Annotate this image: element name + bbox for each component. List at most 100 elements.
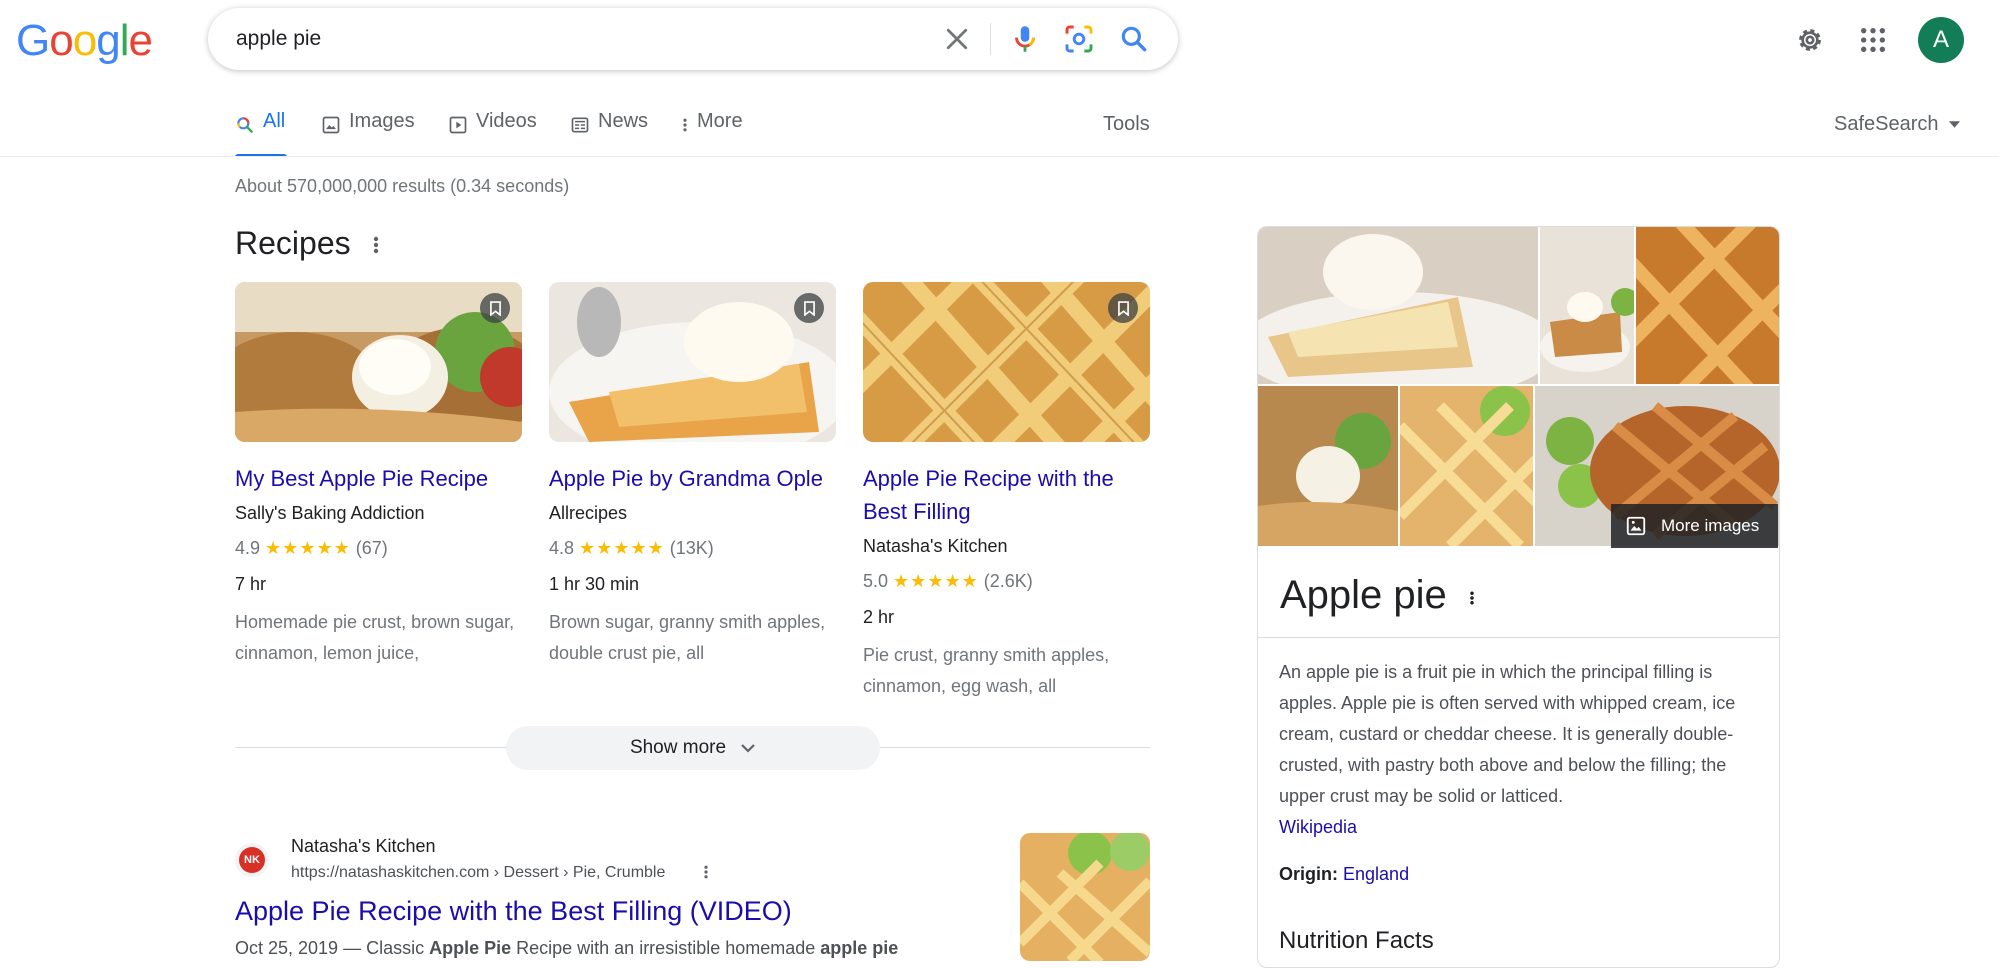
bookmark-button[interactable] xyxy=(1108,293,1138,323)
review-count: (13K) xyxy=(669,538,714,558)
result-thumbnail[interactable] xyxy=(1020,833,1150,961)
apps-grid-icon[interactable] xyxy=(1859,26,1887,54)
recipe-ingredients: Homemade pie crust, brown sugar, cinnamo… xyxy=(235,612,515,663)
image-icon xyxy=(1626,516,1646,536)
tab-more[interactable]: More xyxy=(681,110,743,156)
tools-button[interactable]: Tools xyxy=(1103,113,1150,136)
result-title-link[interactable]: Apple Pie Recipe with the Best Filling (… xyxy=(235,896,792,927)
close-icon[interactable] xyxy=(942,24,972,54)
pie-slice-image xyxy=(1258,227,1538,384)
kp-origin: Origin: England xyxy=(1279,864,1409,885)
kp-image-main[interactable] xyxy=(1258,227,1538,384)
recipe-card[interactable]: Apple Pie Recipe with the Best Filling N… xyxy=(863,282,1150,702)
kebab-icon[interactable] xyxy=(1468,587,1476,609)
kp-image[interactable] xyxy=(1540,227,1634,384)
show-more-button[interactable]: Show more xyxy=(506,726,880,770)
recipe-rating: 5.0 ★★★★★ (2.6K) xyxy=(863,568,1150,594)
origin-label: Origin: xyxy=(1279,864,1338,884)
lens-icon[interactable] xyxy=(1063,23,1095,55)
recipes-heading: Recipes xyxy=(235,225,351,262)
tab-images[interactable]: Images xyxy=(321,110,415,156)
recipe-title[interactable]: Apple Pie by Grandma Ople xyxy=(549,462,836,495)
result-site-name[interactable]: Natasha's Kitchen xyxy=(291,836,436,857)
search-input[interactable]: apple pie xyxy=(236,8,321,70)
recipe-image[interactable] xyxy=(235,282,522,442)
more-images-button[interactable]: More images xyxy=(1611,504,1778,548)
bookmark-button[interactable] xyxy=(480,293,510,323)
tab-label: News xyxy=(598,110,649,132)
rating-value: 5.0 xyxy=(863,571,889,591)
recipe-title[interactable]: My Best Apple Pie Recipe xyxy=(235,462,522,495)
result-url[interactable]: https://natashaskitchen.com › Dessert › … xyxy=(291,864,665,882)
rating-value: 4.9 xyxy=(235,538,261,558)
tab-all[interactable]: All xyxy=(235,110,287,157)
star-rating-icon: ★★★★★ xyxy=(579,538,665,558)
more-images-label: More images xyxy=(1661,516,1760,535)
recipe-title[interactable]: Apple Pie Recipe with the Best Filling xyxy=(863,462,1150,528)
avatar[interactable]: A xyxy=(1918,17,1964,63)
kp-divider xyxy=(1258,637,1779,638)
kp-image[interactable] xyxy=(1400,386,1533,546)
review-count: (2.6K) xyxy=(983,571,1033,591)
tab-news[interactable]: News xyxy=(570,110,648,156)
favicon-badge: NK xyxy=(239,847,265,873)
snippet-highlight: Apple Pie xyxy=(429,938,512,958)
pie-slice-image xyxy=(549,282,836,442)
recipe-card[interactable]: My Best Apple Pie Recipe Sally's Baking … xyxy=(235,282,522,669)
recipe-image[interactable] xyxy=(549,282,836,442)
star-rating-icon: ★★★★★ xyxy=(893,571,979,591)
bookmark-button[interactable] xyxy=(794,293,824,323)
recipe-rating: 4.8 ★★★★★ (13K) xyxy=(549,535,836,561)
wikipedia-link[interactable]: Wikipedia xyxy=(1279,817,1357,837)
bookmark-icon xyxy=(489,300,501,316)
search-box[interactable]: apple pie xyxy=(208,8,1178,70)
snippet-text: Recipe with an irresistible homemade xyxy=(511,938,821,958)
header-divider xyxy=(0,156,1999,157)
safesearch-label: SafeSearch xyxy=(1834,113,1939,135)
recipe-card[interactable]: Apple Pie by Grandma Ople Allrecipes 4.8… xyxy=(549,282,836,669)
site-favicon[interactable]: NK xyxy=(235,843,269,877)
microphone-icon[interactable] xyxy=(1008,22,1042,56)
tab-label: All xyxy=(263,110,286,132)
recipe-ingredients: Pie crust, granny smith apples, cinnamon… xyxy=(863,645,1110,696)
kebab-icon[interactable] xyxy=(371,233,381,257)
kp-image[interactable] xyxy=(1258,386,1398,546)
search-icon xyxy=(237,117,253,133)
pie-plate-image xyxy=(1540,227,1634,384)
star-rating-icon: ★★★★★ xyxy=(265,538,351,558)
recipe-time: 1 hr 30 min xyxy=(549,574,640,594)
show-more-label: Show more xyxy=(629,737,727,758)
safesearch-button[interactable]: SafeSearch xyxy=(1834,113,1960,136)
origin-link[interactable]: England xyxy=(1343,864,1409,884)
recipe-image[interactable] xyxy=(863,282,1150,442)
kp-title: Apple pie xyxy=(1280,573,1447,617)
lattice-pie-image xyxy=(863,282,1150,442)
image-icon xyxy=(322,116,340,134)
google-logo[interactable]: Google xyxy=(16,16,153,66)
kebab-icon[interactable] xyxy=(702,862,710,882)
news-icon xyxy=(571,117,589,133)
rating-value: 4.8 xyxy=(549,538,575,558)
recipe-time: 7 hr xyxy=(235,574,267,594)
knowledge-panel: More images Apple pie An apple pie is a … xyxy=(1257,226,1780,968)
lattice-pie-image xyxy=(1636,227,1779,384)
bookmark-icon xyxy=(803,300,815,316)
nutrition-facts-heading: Nutrition Facts xyxy=(1279,927,1434,954)
search-divider xyxy=(990,23,991,55)
gear-icon[interactable] xyxy=(1794,24,1826,56)
kp-image[interactable] xyxy=(1636,227,1779,384)
pie-with-ice-cream-image xyxy=(1258,386,1398,546)
caret-down-icon xyxy=(1948,121,1960,128)
snippet-highlight: apple pie xyxy=(820,938,899,958)
recipe-source: Natasha's Kitchen xyxy=(863,536,1008,556)
result-stats: About 570,000,000 results (0.34 seconds) xyxy=(235,176,570,196)
chevron-down-icon xyxy=(741,744,755,753)
search-icon[interactable] xyxy=(1118,23,1150,55)
lattice-pie-image xyxy=(1400,386,1533,546)
tab-videos[interactable]: Videos xyxy=(448,110,537,156)
tab-label: Images xyxy=(349,110,415,132)
result-snippet: Oct 25, 2019 — Classic Apple Pie Recipe … xyxy=(235,938,898,959)
pie-with-ice-cream-image xyxy=(235,282,522,442)
recipes-title: Recipes xyxy=(235,225,351,261)
kp-description: An apple pie is a fruit pie in which the… xyxy=(1279,657,1759,843)
